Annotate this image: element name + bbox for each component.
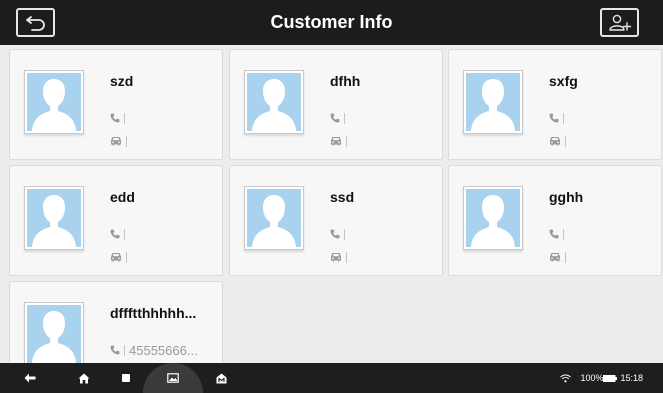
person-avatar-icon [27,189,81,247]
avatar [24,186,84,250]
vehicle-row [549,250,566,264]
nav-home-button[interactable] [72,363,96,393]
nav-back-button[interactable] [18,363,42,393]
vehicle-row [330,250,347,264]
wifi-icon [560,373,572,382]
car-icon [331,253,341,262]
recent-apps-icon [122,374,130,382]
battery-percentage: 100% [580,373,604,383]
phone-row [549,111,568,125]
customer-card[interactable]: dffftthhhhh... 45555666... [9,281,223,363]
phone-icon [110,113,120,123]
separator [124,344,125,356]
phone-icon [110,229,120,239]
customer-card[interactable]: szd [9,49,223,160]
nav-store-button[interactable] [209,363,233,393]
gallery-icon [167,373,179,383]
separator [346,135,347,147]
avatar [463,70,523,134]
person-avatar-icon [247,189,301,247]
customer-card[interactable]: dfhh [229,49,443,160]
customer-name: edd [110,189,135,205]
add-customer-button[interactable] [600,8,639,37]
customer-name: ssd [330,189,355,205]
back-button[interactable] [16,8,55,37]
car-icon [331,137,341,146]
separator [346,251,347,263]
phone-icon [330,229,340,239]
person-avatar-icon [27,305,81,363]
store-icon [216,373,226,383]
phone-row [330,227,349,241]
separator [126,135,127,147]
phone-row [330,111,349,125]
customer-name: dfhh [330,73,361,89]
person-avatar-icon [466,189,520,247]
nav-gallery-button[interactable] [161,363,185,393]
vehicle-row [549,134,566,148]
person-avatar-icon [27,73,81,131]
add-customer-icon [608,14,631,31]
back-icon [24,373,36,383]
separator [124,228,125,240]
separator [565,251,566,263]
phone-row [110,227,129,241]
phone-icon [549,229,559,239]
avatar [24,70,84,134]
title-bar: Customer Info [0,0,663,45]
vehicle-row [110,250,127,264]
customer-name: sxfg [549,73,578,89]
car-icon [550,253,560,262]
separator [344,228,345,240]
customer-card[interactable]: gghh [448,165,662,276]
phone-icon [549,113,559,123]
separator [565,135,566,147]
avatar [463,186,523,250]
separator [126,251,127,263]
status-area: 100% 15:18 [560,363,643,393]
system-nav-bar: 100% 15:18 [0,363,663,393]
separator [563,228,564,240]
separator [344,112,345,124]
vehicle-row [110,134,127,148]
phone-icon [110,345,120,355]
customer-card[interactable]: edd [9,165,223,276]
car-icon [111,253,121,262]
customer-grid: szd dfhh sxfg edd ssd gghh dffftthhhhh..… [0,45,663,363]
avatar [244,70,304,134]
phone-row: 45555666... [110,342,198,358]
home-icon [78,373,90,383]
back-arrow-icon [25,15,45,31]
avatar [24,302,84,363]
separator [563,112,564,124]
customer-card[interactable]: sxfg [448,49,662,160]
car-icon [111,137,121,146]
customer-name: szd [110,73,134,89]
customer-name: gghh [549,189,584,205]
vehicle-row [330,134,347,148]
phone-number: 45555666... [129,342,198,358]
person-avatar-icon [247,73,301,131]
separator [124,112,125,124]
phone-icon [330,113,340,123]
nav-recent-apps-button[interactable] [114,363,138,393]
customer-info-screen: Customer Info szd dfhh sxfg edd ssd gghh… [0,0,663,393]
customer-name: dffftthhhhh... [110,305,197,321]
page-title: Customer Info [270,12,393,32]
clock: 15:18 [620,373,643,383]
phone-row [110,111,129,125]
battery-icon [603,374,618,382]
phone-row [549,227,568,241]
car-icon [550,137,560,146]
avatar [244,186,304,250]
customer-card[interactable]: ssd [229,165,443,276]
person-avatar-icon [466,73,520,131]
